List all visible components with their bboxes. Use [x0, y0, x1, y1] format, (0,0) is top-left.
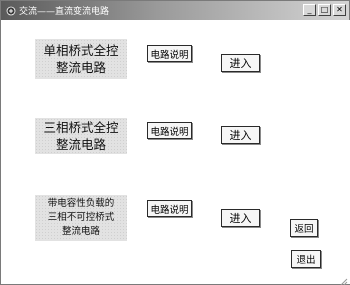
circuit-title-three-phase: 三相桥式全控 整流电路: [35, 118, 127, 154]
enter-button[interactable]: 进入: [221, 209, 260, 227]
resize-grip-icon[interactable]: [338, 272, 348, 285]
circuit-description-button[interactable]: 电路说明: [147, 45, 192, 62]
app-icon: [5, 5, 16, 16]
circuit-title-line: 三相不可控桥式: [47, 212, 115, 223]
circuit-title-line: 带电容性负载的: [47, 198, 115, 209]
circuit-description-button[interactable]: 电路说明: [147, 200, 192, 217]
exit-button[interactable]: 退出: [291, 250, 321, 268]
circuit-description-button[interactable]: 电路说明: [147, 122, 192, 139]
circuit-title-line: 单相桥式全控: [43, 43, 119, 58]
circuit-title-line: 整流电路: [55, 137, 106, 152]
circuit-title-line: 整流电路: [61, 226, 100, 237]
circuit-title-capacitive-load: 带电容性负载的 三相不可控桥式 整流电路: [35, 195, 127, 241]
main-content: 单相桥式全控 整流电路 电路说明 进入 三相桥式全控 整流电路 电路说明 进入 …: [2, 20, 350, 285]
enter-button[interactable]: 进入: [221, 126, 260, 144]
minimize-button[interactable]: _: [303, 4, 316, 16]
circuit-title-line: 整流电路: [55, 60, 106, 75]
enter-button[interactable]: 进入: [221, 54, 260, 72]
circuit-title-line: 三相桥式全控: [43, 120, 119, 135]
window-controls: _ □ ✕: [303, 4, 346, 16]
title-bar[interactable]: 交流——直流变流电路 _ □ ✕: [1, 1, 349, 20]
back-button[interactable]: 返回: [290, 219, 318, 237]
close-button[interactable]: ✕: [333, 4, 346, 16]
window-title: 交流——直流变流电路: [19, 7, 110, 17]
circuit-title-single-phase: 单相桥式全控 整流电路: [35, 39, 127, 79]
maximize-button[interactable]: □: [318, 4, 331, 16]
app-window: 交流——直流变流电路 _ □ ✕ 单相桥式全控 整流电路 电路说明 进入 三相桥…: [0, 0, 350, 285]
